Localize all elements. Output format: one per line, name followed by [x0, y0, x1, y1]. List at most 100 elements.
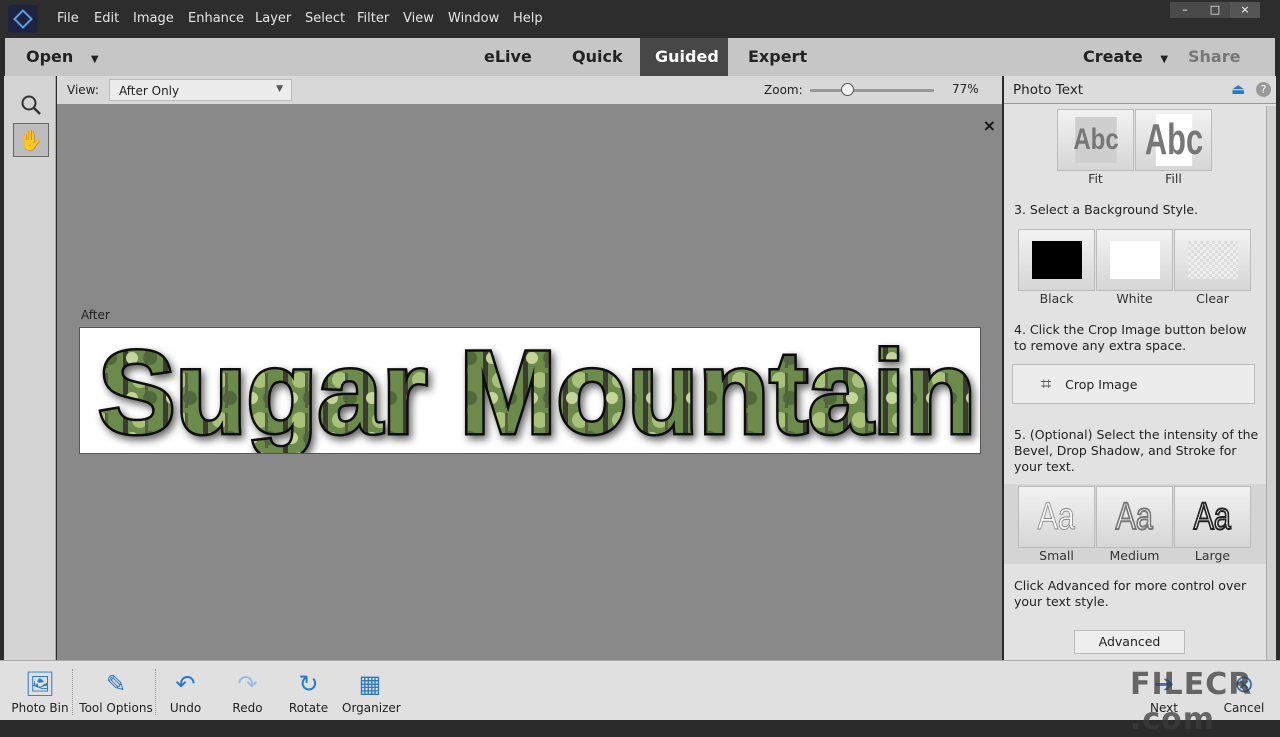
menu-edit[interactable]: Edit: [94, 11, 119, 26]
redo-icon: ↷: [237, 670, 258, 698]
mode-bar: Open ▼ eLive Quick Guided Expert Create …: [5, 38, 1275, 103]
share-label: Share: [1188, 47, 1241, 66]
fit-label: Fit: [1088, 171, 1103, 186]
large-preview: Aa: [1193, 495, 1232, 539]
background-white-button[interactable]: [1096, 229, 1173, 291]
tab-guided[interactable]: Guided: [640, 38, 728, 76]
open-label: Open: [26, 47, 74, 66]
create-label: Create: [1083, 47, 1143, 66]
white-label: White: [1116, 291, 1153, 306]
guided-panel: Photo Text ⏏ ? Abc Abc Fit Fill 3. Selec…: [1004, 76, 1276, 660]
minimize-button[interactable]: –: [1170, 2, 1200, 18]
undo-icon: ↶: [175, 670, 196, 698]
intensity-medium-button[interactable]: Aa: [1096, 486, 1173, 548]
panel-scrollbar[interactable]: [1266, 106, 1276, 660]
close-window-button[interactable]: ×: [1230, 2, 1260, 18]
view-select-value: After Only: [119, 84, 180, 98]
rotate-icon: ↻: [298, 670, 319, 698]
step3-text: 3. Select a Background Style.: [1014, 202, 1198, 217]
menu-image[interactable]: Image: [133, 11, 174, 26]
crop-image-label: Crop Image: [1065, 376, 1138, 392]
panel-title: Photo Text: [1013, 82, 1084, 98]
zoom-tool-icon[interactable]: [13, 88, 49, 122]
intensity-small-button[interactable]: Aa: [1018, 486, 1095, 548]
photo-bin-icon: 🖼: [24, 670, 56, 698]
hand-tool-icon[interactable]: ✋: [13, 123, 49, 157]
close-icon[interactable]: ×: [983, 116, 996, 135]
background-black-button[interactable]: [1018, 229, 1095, 291]
create-button[interactable]: Create ▼: [1068, 38, 1183, 76]
help-icon[interactable]: ?: [1256, 82, 1271, 97]
menu-help[interactable]: Help: [513, 11, 543, 26]
chevron-down-icon: ▼: [276, 84, 283, 94]
share-button[interactable]: Share ▼: [1173, 38, 1275, 103]
menu-layer[interactable]: Layer: [255, 11, 291, 26]
menu-filter[interactable]: Filter: [357, 11, 389, 26]
app-logo-icon: [8, 5, 38, 33]
redo-label: Redo: [232, 701, 263, 715]
after-label: After: [81, 308, 110, 322]
banner-text: Sugar Mountain: [98, 328, 976, 453]
organizer-label: Organizer: [342, 701, 401, 715]
bottom-taskbar: 🖼 Photo Bin ✎ Tool Options ↶ Undo ↷ Redo ↻ Ro…: [0, 660, 1280, 737]
menu-enhance[interactable]: Enhance: [188, 11, 244, 26]
fill-preview-text: Abc: [1144, 115, 1203, 164]
photo-bin-label: Photo Bin: [11, 701, 69, 715]
fill-label: Fill: [1165, 171, 1182, 186]
menu-select[interactable]: Select: [305, 11, 345, 26]
medium-preview: Aa: [1115, 495, 1154, 539]
fit-preview: Abc: [1073, 117, 1118, 163]
divider: [72, 669, 73, 715]
zoom-label: Zoom:: [764, 83, 803, 97]
step4-text: 4. Click the Crop Image button below to …: [1014, 322, 1247, 353]
tab-elive[interactable]: eLive: [469, 38, 547, 76]
photo-text-image: Sugar Mountain: [79, 325, 981, 462]
advanced-text: Click Advanced for more control over you…: [1014, 578, 1247, 609]
step5-text: 5. (Optional) Select the intensity of th…: [1014, 427, 1259, 474]
small-preview: Aa: [1037, 495, 1076, 538]
maximize-button[interactable]: □: [1200, 2, 1230, 18]
organizer-button[interactable]: ▦ Organizer: [342, 667, 401, 715]
reset-icon[interactable]: ⏏: [1231, 80, 1245, 98]
rotate-button[interactable]: ↻ Rotate: [286, 667, 331, 715]
intensity-large-button[interactable]: Aa: [1174, 486, 1251, 548]
fill-option-button[interactable]: Abc: [1135, 109, 1212, 171]
zoom-slider[interactable]: [810, 83, 934, 96]
chevron-down-icon: ▼: [1160, 54, 1169, 65]
advanced-button[interactable]: Advanced: [1074, 630, 1185, 654]
view-bar: View: After Only ▼ Zoom: 77%: [57, 76, 1002, 104]
black-label: Black: [1039, 291, 1074, 306]
undo-label: Undo: [169, 701, 202, 715]
medium-label: Medium: [1109, 548, 1160, 563]
tab-expert[interactable]: Expert: [733, 38, 822, 76]
view-select[interactable]: After Only ▼: [109, 79, 292, 101]
tool-options-label: Tool Options: [79, 701, 153, 715]
chevron-down-icon: ▼: [90, 54, 99, 65]
menu-window[interactable]: Window: [448, 11, 499, 26]
tab-quick[interactable]: Quick: [557, 38, 638, 76]
zoom-slider-handle[interactable]: [841, 83, 855, 96]
zoom-value: 77%: [952, 82, 979, 96]
tool-options-button[interactable]: ✎ Tool Options: [78, 667, 154, 715]
fit-option-button[interactable]: Abc: [1057, 109, 1134, 171]
organizer-icon: ▦: [358, 670, 382, 698]
open-button[interactable]: Open ▼: [11, 38, 114, 76]
small-label: Small: [1039, 548, 1074, 563]
toolbox: ✋: [4, 76, 56, 660]
view-label: View:: [67, 83, 99, 97]
clear-label: Clear: [1196, 291, 1229, 306]
crop-image-button[interactable]: ⌗ Crop Image: [1012, 364, 1255, 404]
tool-options-icon: ✎: [105, 670, 127, 698]
menu-file[interactable]: File: [57, 11, 79, 26]
menu-bar: File Edit Image Enhance Layer Select Fil…: [0, 0, 1280, 38]
undo-button[interactable]: ↶ Undo: [163, 667, 208, 715]
rotate-label: Rotate: [288, 701, 329, 715]
fill-preview: Abc: [1144, 114, 1203, 166]
background-clear-button[interactable]: [1174, 229, 1251, 291]
photo-bin-button[interactable]: 🖼 Photo Bin: [10, 667, 70, 715]
divider: [155, 669, 156, 715]
panel-header: Photo Text ⏏ ?: [1004, 76, 1276, 104]
crop-icon: ⌗: [1041, 373, 1052, 395]
menu-view[interactable]: View: [403, 11, 434, 26]
redo-button[interactable]: ↷ Redo: [225, 667, 270, 715]
